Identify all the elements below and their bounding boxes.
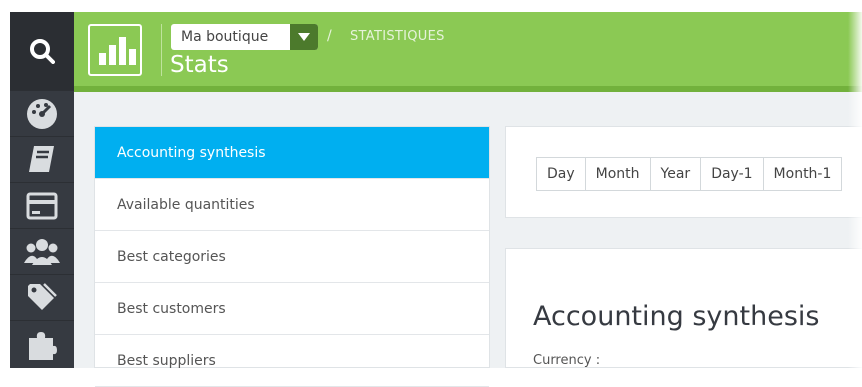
- app-frame: Ma boutique / STATISTIQUES Stats Account…: [0, 0, 862, 387]
- currency-label: Currency :: [533, 353, 601, 368]
- report-title: Accounting synthesis: [533, 301, 820, 332]
- admin-sidebar: [10, 12, 74, 368]
- list-item-best-categories[interactable]: Best categories: [95, 231, 489, 283]
- stats-logo-icon: [88, 24, 142, 76]
- price-rules-icon: [28, 282, 57, 310]
- search-icon: [30, 39, 55, 64]
- rail-item-orders[interactable]: [10, 182, 74, 228]
- period-day-minus-1-button[interactable]: Day-1: [701, 158, 764, 190]
- chevron-down-icon[interactable]: [290, 24, 318, 50]
- rail-item-catalog[interactable]: [10, 136, 74, 182]
- period-button-group: Day Month Year Day-1 Month-1: [536, 157, 843, 191]
- period-month-button[interactable]: Month: [585, 158, 651, 190]
- breadcrumb[interactable]: STATISTIQUES: [350, 29, 445, 44]
- period-month-minus-1-button[interactable]: Month-1: [763, 158, 843, 190]
- orders-icon: [26, 192, 58, 219]
- modules-icon: [29, 331, 57, 360]
- report-panel: Accounting synthesis Currency :: [505, 248, 862, 368]
- rail-item-modules[interactable]: [10, 320, 74, 366]
- page-header: Ma boutique / STATISTIQUES Stats: [74, 12, 862, 90]
- breadcrumb-separator: /: [327, 28, 332, 44]
- search-button[interactable]: [10, 12, 74, 90]
- list-item-accounting-synthesis[interactable]: Accounting synthesis: [95, 127, 489, 179]
- rail-item-dashboard[interactable]: [10, 90, 74, 136]
- header-divider: [161, 24, 162, 76]
- shop-selector[interactable]: Ma boutique: [171, 24, 318, 50]
- shop-selector-value: Ma boutique: [181, 29, 269, 45]
- period-day-button[interactable]: Day: [537, 158, 586, 190]
- rail-item-price-rules[interactable]: [10, 274, 74, 320]
- page-title: Stats: [170, 52, 229, 78]
- period-year-button[interactable]: Year: [650, 158, 702, 190]
- customers-icon: [24, 238, 60, 265]
- dashboard-icon: [27, 98, 57, 129]
- rail-item-customers[interactable]: [10, 228, 74, 274]
- stats-module-list: Accounting synthesis Available quantitie…: [94, 126, 490, 387]
- list-item-available-quantities[interactable]: Available quantities: [95, 179, 489, 231]
- list-item-best-suppliers[interactable]: Best suppliers: [95, 335, 489, 387]
- list-item-best-customers[interactable]: Best customers: [95, 283, 489, 335]
- period-panel: Day Month Year Day-1 Month-1: [505, 126, 862, 218]
- catalog-icon: [29, 145, 54, 172]
